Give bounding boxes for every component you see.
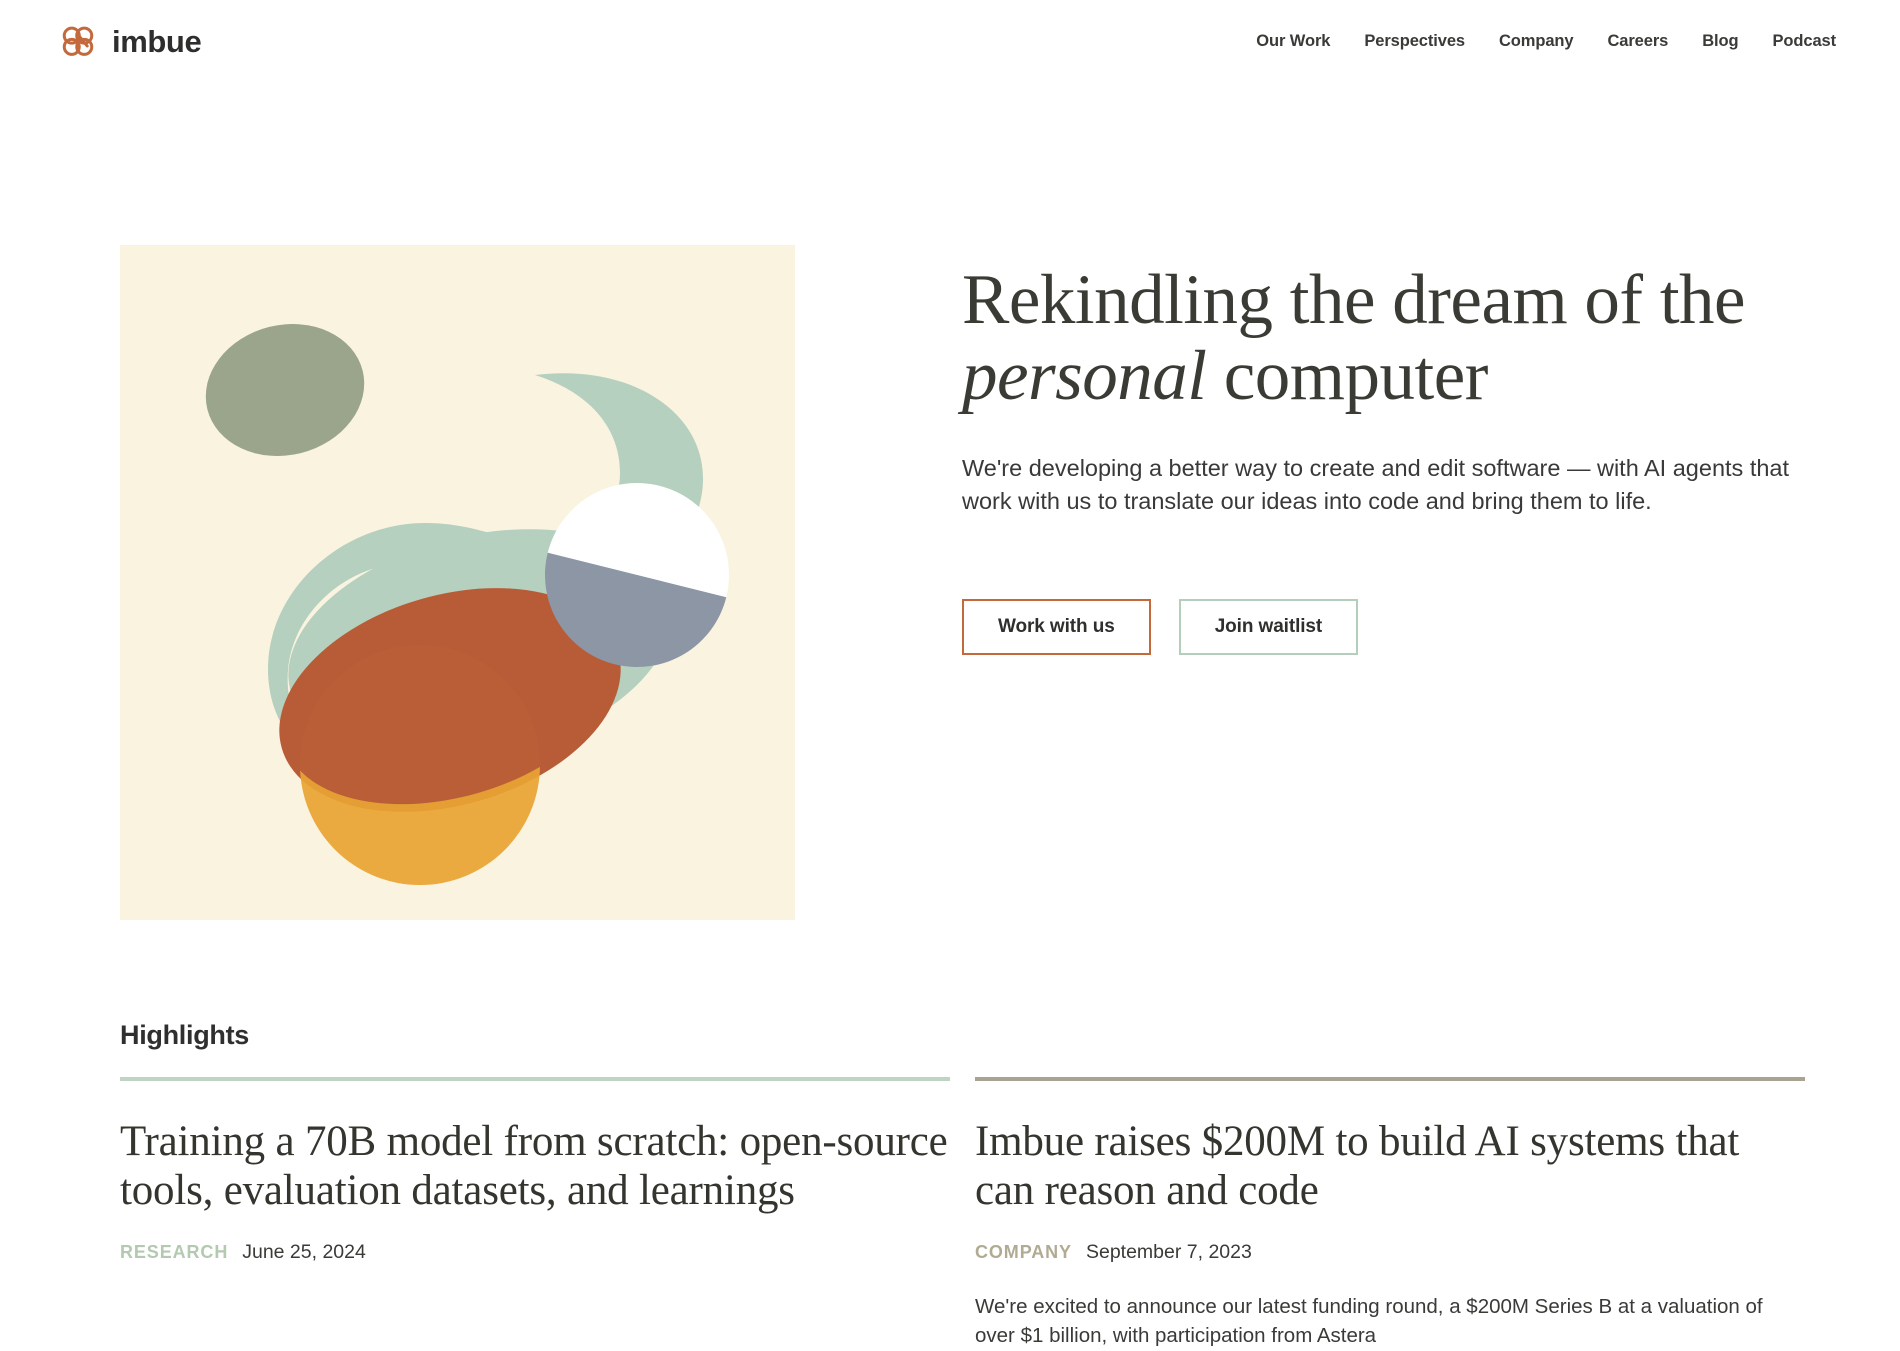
join-waitlist-button[interactable]: Join waitlist <box>1178 598 1359 655</box>
nav-item-perspectives[interactable]: Perspectives <box>1364 32 1465 51</box>
nav-item-blog[interactable]: Blog <box>1702 32 1738 51</box>
hero-copy: Rekindling the dream of the personal com… <box>962 245 1842 655</box>
highlights-card-list: Training a 70B model from scratch: open-… <box>0 1077 1900 1351</box>
nav-item-our-work[interactable]: Our Work <box>1256 32 1330 51</box>
card-meta: RESEARCH June 25, 2024 <box>120 1241 950 1264</box>
nav-item-careers[interactable]: Careers <box>1607 32 1668 51</box>
nav-item-podcast[interactable]: Podcast <box>1773 32 1837 51</box>
hero-title-emphasis: personal <box>962 336 1207 415</box>
card-title[interactable]: Training a 70B model from scratch: open-… <box>120 1117 950 1215</box>
hero-section: Rekindling the dream of the personal com… <box>0 245 1900 920</box>
hero-subtitle: We're developing a better way to create … <box>962 454 1790 515</box>
highlight-card-company[interactable]: Imbue raises $200M to build AI systems t… <box>975 1077 1805 1351</box>
imbue-logo-icon <box>62 26 94 56</box>
card-tag[interactable]: COMPANY <box>975 1242 1072 1263</box>
main-navigation: Our Work Perspectives Company Careers Bl… <box>1256 32 1842 51</box>
hero-artwork <box>120 245 795 920</box>
card-meta: COMPANY September 7, 2023 <box>975 1241 1805 1264</box>
card-rule-divider <box>120 1077 950 1081</box>
work-with-us-button[interactable]: Work with us <box>962 598 1151 655</box>
card-rule-divider <box>975 1077 1805 1081</box>
hero-title: Rekindling the dream of the personal com… <box>962 261 1762 415</box>
highlights-heading: Highlights <box>120 1020 249 1050</box>
nav-item-company[interactable]: Company <box>1499 32 1574 51</box>
abstract-shapes-illustration <box>120 245 795 920</box>
brand-name: imbue <box>112 23 202 59</box>
card-title[interactable]: Imbue raises $200M to build AI systems t… <box>975 1117 1805 1215</box>
brand-logo[interactable]: imbue <box>58 21 202 61</box>
hero-action-buttons: Work with us Join waitlist <box>962 598 1842 655</box>
card-tag[interactable]: RESEARCH <box>120 1242 228 1263</box>
highlight-card-research[interactable]: Training a 70B model from scratch: open-… <box>120 1077 950 1351</box>
card-date: September 7, 2023 <box>1085 1241 1252 1264</box>
card-excerpt: We're excited to announce our latest fun… <box>975 1295 1763 1348</box>
site-header: imbue Our Work Perspectives Company Care… <box>0 0 1900 82</box>
hero-title-part1: Rekindling the dream of the <box>962 261 1746 339</box>
hero-title-part2: computer <box>1206 336 1489 415</box>
card-date: June 25, 2024 <box>242 1241 366 1264</box>
